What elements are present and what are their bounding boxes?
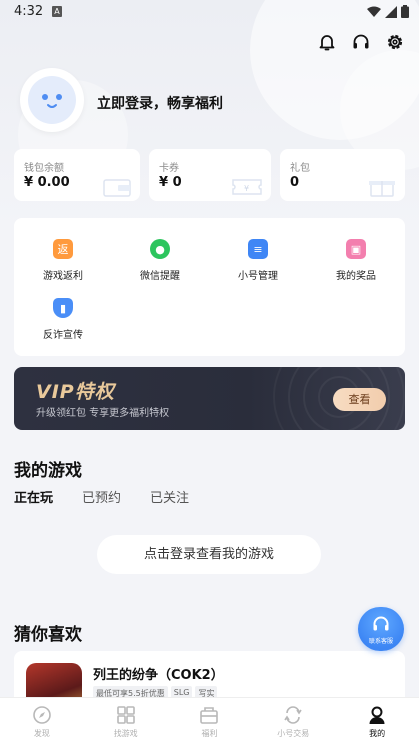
service-my-prizes[interactable]: ▣ 我的奖品 — [316, 239, 396, 282]
user-icon — [369, 706, 385, 724]
recommend-title: 猜你喜欢 — [14, 625, 82, 645]
service-wechat-reminder[interactable]: ● 微信提醒 — [120, 239, 200, 282]
header-actions — [317, 32, 405, 52]
nav-label: 找游戏 — [113, 729, 138, 738]
nav-label: 小号交易 — [277, 729, 310, 738]
nav-discover[interactable]: 发现 — [0, 698, 84, 744]
services-panel: 返 游戏返利 ● 微信提醒 ≡ 小号管理 ▣ 我的奖品 ▮ 反诈宣传 — [14, 218, 405, 356]
headset-icon — [373, 616, 389, 631]
service-label: 游戏返利 — [43, 271, 83, 282]
service-label: 小号管理 — [238, 271, 278, 282]
tab-playing[interactable]: 正在玩 — [14, 487, 53, 506]
coupon-label: 卡券 — [159, 163, 179, 174]
gift-icon: ▣ — [346, 239, 366, 259]
nav-find-games[interactable]: 找游戏 — [84, 698, 168, 744]
gift-pack-card[interactable]: 礼包 0 — [280, 149, 405, 201]
gift-box-icon — [200, 707, 219, 724]
my-games-tabs: 正在玩 已预约 已关注 — [14, 487, 218, 506]
nav-label: 我的 — [369, 729, 386, 738]
ticket-icon: ¥ — [232, 179, 262, 195]
login-prompt[interactable]: 立即登录，畅享福利 — [97, 93, 223, 113]
notification-icon: A — [52, 6, 62, 17]
vip-view-button[interactable]: 查看 — [333, 388, 386, 411]
service-account-manage[interactable]: ≡ 小号管理 — [218, 239, 298, 282]
rebate-icon: 返 — [53, 239, 73, 259]
headset-icon[interactable] — [351, 32, 371, 52]
wifi-icon — [367, 6, 381, 17]
wallet-balance-label: 钱包余额 — [24, 163, 64, 174]
account-icon: ≡ — [248, 239, 268, 259]
service-game-rebate[interactable]: 返 游戏返利 — [23, 239, 103, 282]
tab-reserved[interactable]: 已预约 — [82, 487, 121, 506]
grid-icon — [116, 706, 135, 724]
coupon-value: ¥ 0 — [159, 175, 182, 190]
bell-icon[interactable] — [317, 32, 337, 52]
compass-icon — [33, 706, 51, 724]
wallet-balance-value: ¥ 0.00 — [24, 175, 70, 190]
avatar-face — [28, 76, 76, 124]
tab-followed[interactable]: 已关注 — [150, 487, 189, 506]
nav-label: 福利 — [201, 729, 218, 738]
service-label: 我的奖品 — [336, 271, 376, 282]
vip-banner[interactable]: VIP特权 升级领红包 专享更多福利特权 查看 — [14, 367, 405, 430]
vip-title: VIP特权 — [36, 381, 115, 403]
wechat-icon: ● — [150, 239, 170, 259]
avatar[interactable] — [20, 68, 84, 132]
status-time: 4:32 — [14, 4, 44, 19]
login-to-view-games-button[interactable]: 点击登录查看我的游戏 — [97, 535, 321, 574]
wallet-icon — [103, 179, 131, 197]
vip-subtitle: 升级领红包 专享更多福利特权 — [36, 408, 170, 419]
customer-service-label: 联系客服 — [368, 638, 393, 645]
smile-face-icon — [42, 94, 62, 108]
exchange-icon — [284, 706, 302, 724]
status-indicators — [367, 5, 409, 18]
game-name: 列王的纷争（COK2） — [93, 668, 224, 683]
coupon-card[interactable]: 卡券 ¥ 0 ¥ — [149, 149, 271, 201]
nav-label: 发现 — [33, 729, 50, 738]
gift-pack-value: 0 — [290, 175, 300, 190]
bottom-nav: 发现 找游戏 福利 小号交易 我的 — [0, 697, 419, 744]
service-label: 反诈宣传 — [43, 330, 83, 341]
battery-icon — [401, 5, 409, 18]
nav-account-trade[interactable]: 小号交易 — [251, 698, 335, 744]
service-anti-fraud[interactable]: ▮ 反诈宣传 — [23, 298, 103, 341]
service-label: 微信提醒 — [140, 271, 180, 282]
settings-icon[interactable] — [385, 32, 405, 52]
status-bar: 4:32 A — [0, 0, 419, 24]
customer-service-button[interactable]: 联系客服 — [358, 607, 404, 651]
svg-text:¥: ¥ — [244, 184, 249, 193]
present-icon — [369, 181, 395, 197]
nav-welfare[interactable]: 福利 — [168, 698, 252, 744]
signal-icon — [385, 5, 397, 18]
gift-pack-label: 礼包 — [290, 163, 310, 174]
nav-mine[interactable]: 我的 — [335, 698, 419, 744]
my-games-title: 我的游戏 — [14, 461, 82, 481]
shield-icon: ▮ — [53, 298, 73, 318]
wallet-balance-card[interactable]: 钱包余额 ¥ 0.00 — [14, 149, 140, 201]
